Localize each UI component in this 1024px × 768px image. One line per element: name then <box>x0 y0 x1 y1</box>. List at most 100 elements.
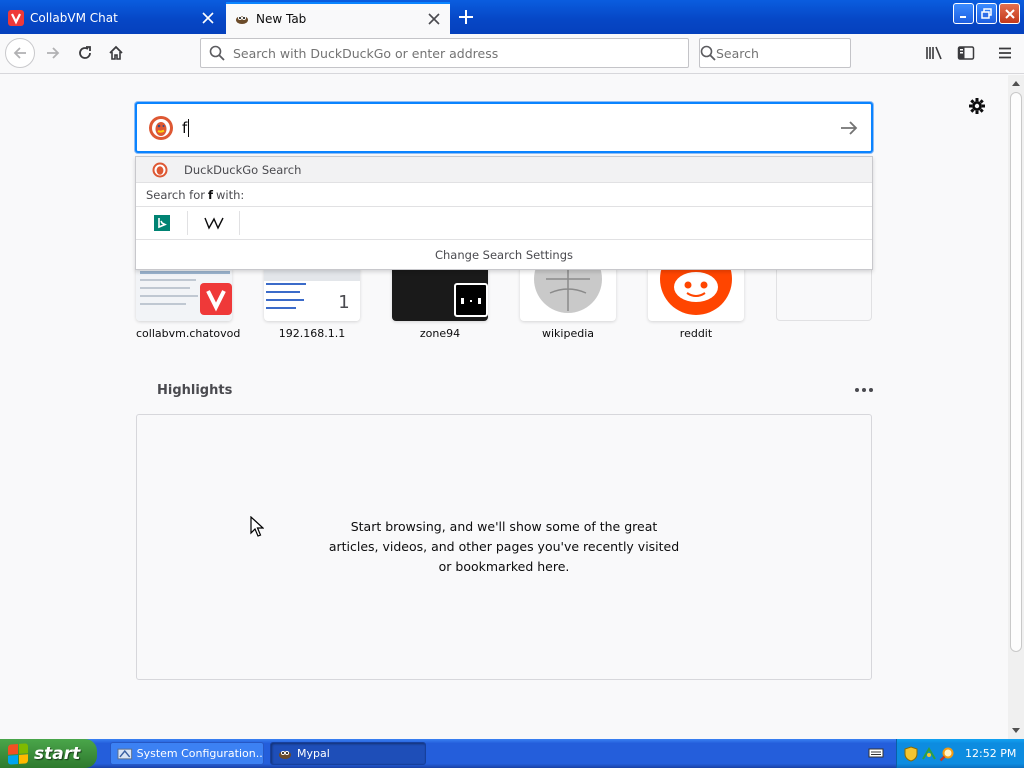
taskbar-item-label: Mypal <box>297 747 330 760</box>
topsite-tile-empty[interactable] <box>776 265 872 327</box>
sidebar-icon <box>957 46 975 60</box>
topsite-tile[interactable]: wikipedia <box>520 265 616 340</box>
search-bar[interactable] <box>699 38 872 68</box>
minimize-icon <box>959 15 966 18</box>
arrow-right-icon <box>841 120 858 135</box>
search-suggestions-dropdown: DuckDuckGo Search Search for f with: Cha… <box>135 156 873 270</box>
zone94-logo-icon <box>454 283 488 317</box>
tab-close-icon[interactable] <box>196 6 220 30</box>
library-icon <box>926 46 942 60</box>
suggestion-label: DuckDuckGo Search <box>184 162 302 177</box>
clock: 12:52 PM <box>965 747 1017 760</box>
topsite-thumbnail <box>520 265 616 321</box>
top-sites: collabvm.chatovod 1 192.168.1.1 zone94 w… <box>136 265 873 345</box>
topsite-thumbnail <box>776 265 872 321</box>
new-tab-button[interactable] <box>452 4 480 30</box>
start-label: start <box>34 743 81 764</box>
tab-title: CollabVM Chat <box>30 11 118 25</box>
minimize-button[interactable] <box>953 3 974 24</box>
page-search-box[interactable]: f <box>135 102 873 153</box>
bing-engine-button[interactable] <box>136 211 188 235</box>
mypal-favicon-icon <box>234 11 250 27</box>
windows-flag-icon <box>8 742 28 765</box>
text-caret <box>188 118 190 137</box>
search-bar-input[interactable] <box>716 45 872 61</box>
window-controls <box>953 3 1020 24</box>
close-icon <box>1004 8 1015 19</box>
scroll-down-button[interactable] <box>1008 723 1024 739</box>
system-configuration-icon <box>117 748 133 759</box>
url-input[interactable] <box>233 45 688 61</box>
start-button[interactable]: start <box>0 739 97 768</box>
scroll-up-button[interactable] <box>1008 75 1024 91</box>
arrow-right-icon <box>47 47 60 59</box>
change-search-settings-link[interactable]: Change Search Settings <box>136 240 872 270</box>
mouse-cursor-icon <box>250 516 264 537</box>
search-go-button[interactable] <box>827 106 871 150</box>
vertical-scrollbar[interactable] <box>1008 75 1024 739</box>
taskbar-item-system-configuration[interactable]: System Configuration... <box>110 742 264 765</box>
reload-button[interactable] <box>70 38 100 68</box>
scrollbar-thumb[interactable] <box>1010 92 1022 652</box>
topsite-badge: 1 <box>324 283 360 321</box>
topsite-label: wikipedia <box>541 327 594 340</box>
topsite-thumbnail <box>392 265 488 321</box>
windows-taskbar: start System Configuration... Mypal 12:5… <box>0 739 1024 768</box>
topsite-thumbnail <box>648 265 744 321</box>
tab-close-icon[interactable] <box>422 7 446 31</box>
sidebar-button[interactable] <box>954 41 978 65</box>
forward-button[interactable] <box>38 38 68 68</box>
navigation-toolbar <box>0 34 1024 74</box>
topsite-tile[interactable]: reddit <box>648 265 744 340</box>
topsite-label: 192.168.1.1 <box>278 327 346 340</box>
plus-icon <box>459 10 473 24</box>
topsite-tile[interactable]: collabvm.chatovod <box>136 265 240 340</box>
gear-icon <box>969 98 985 114</box>
tab-new-tab[interactable]: New Tab <box>226 2 450 34</box>
search-for-suffix: with: <box>216 187 245 202</box>
highlights-title: Highlights <box>157 383 233 398</box>
restore-icon <box>981 8 992 19</box>
back-button[interactable] <box>5 38 35 68</box>
tab-title: New Tab <box>256 12 307 26</box>
network-icon[interactable] <box>921 746 937 762</box>
topsite-tile[interactable]: 1 192.168.1.1 <box>264 265 360 340</box>
restore-button[interactable] <box>976 3 997 24</box>
wikipedia-icon <box>203 217 224 230</box>
highlights-empty-message: Start browsing, and we'll show some of t… <box>328 519 680 574</box>
new-tab-page: collabvm.chatovod 1 192.168.1.1 zone94 w… <box>0 75 1008 739</box>
hamburger-icon <box>999 47 1011 59</box>
topsite-label: reddit <box>679 327 713 340</box>
address-bar[interactable] <box>200 38 689 68</box>
mypal-icon <box>279 750 291 759</box>
page-search-input[interactable]: f <box>182 119 187 137</box>
vivaldi-favicon-icon <box>8 10 24 26</box>
topsite-thumbnail <box>136 265 232 321</box>
wikipedia-engine-button[interactable] <box>188 211 240 235</box>
menu-button[interactable] <box>993 41 1017 65</box>
home-icon <box>109 45 123 60</box>
topsite-thumbnail: 1 <box>264 265 360 321</box>
arrow-left-icon <box>13 47 26 59</box>
chevron-up-icon <box>1012 81 1020 86</box>
wikipedia-globe-icon <box>534 265 602 313</box>
taskbar-item-mypal[interactable]: Mypal <box>270 742 426 765</box>
topsite-tile[interactable]: zone94 <box>392 265 488 340</box>
magnifier-icon[interactable] <box>939 746 955 762</box>
topsite-label: zone94 <box>419 327 461 340</box>
page-settings-button[interactable] <box>965 94 989 118</box>
library-button[interactable] <box>922 41 946 65</box>
home-button[interactable] <box>101 38 131 68</box>
search-icon <box>201 45 233 61</box>
search-for-prefix: Search for <box>146 187 205 202</box>
shield-icon[interactable] <box>903 745 919 762</box>
title-bar: CollabVM Chat New Tab <box>0 0 1024 34</box>
close-window-button[interactable] <box>999 3 1020 24</box>
suggestion-duckduckgo[interactable]: DuckDuckGo Search <box>136 157 872 182</box>
highlights-empty-box: Start browsing, and we'll show some of t… <box>136 414 872 680</box>
chevron-down-icon <box>1012 728 1020 733</box>
keyboard-icon[interactable] <box>868 745 884 761</box>
duckduckgo-logo-icon <box>149 115 173 140</box>
highlights-more-icon[interactable] <box>853 381 875 399</box>
tab-collabvm-chat[interactable]: CollabVM Chat <box>0 2 224 34</box>
